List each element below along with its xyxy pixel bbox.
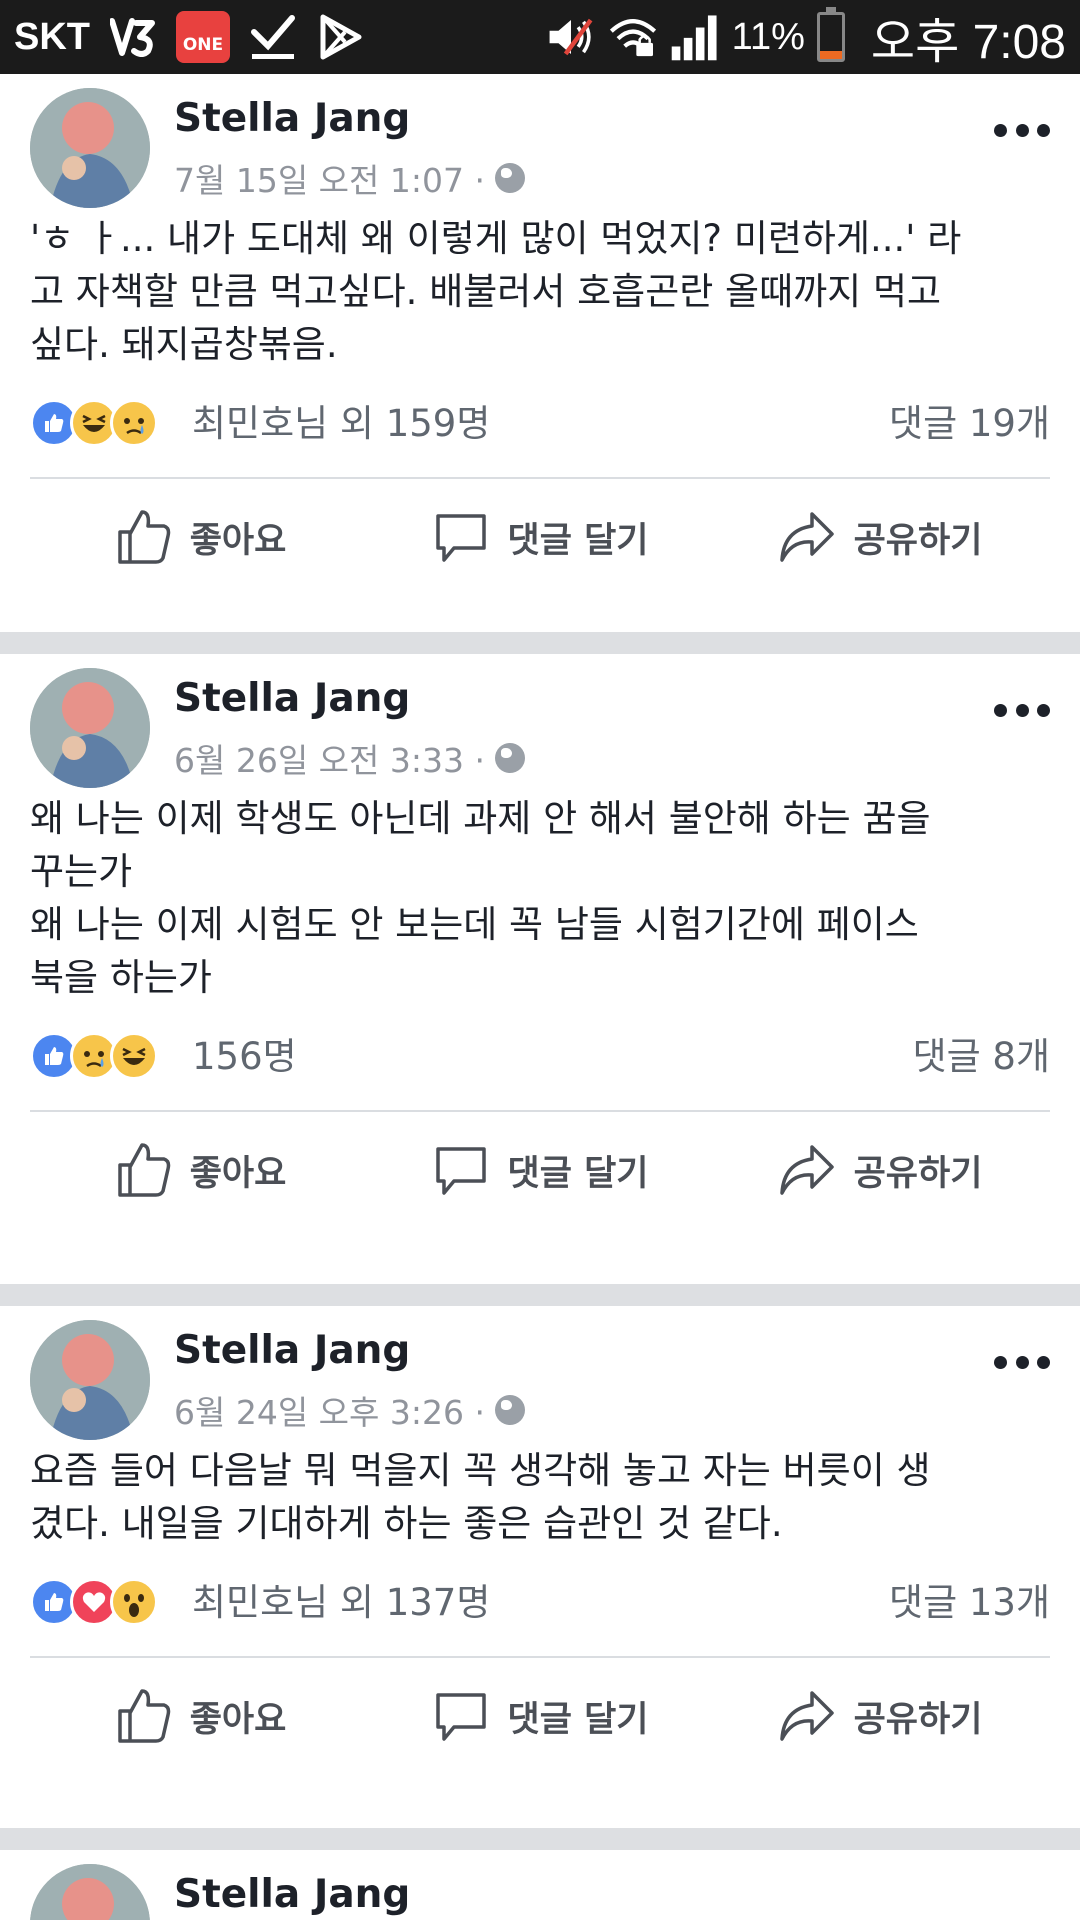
share-label: 공유하기 (853, 1699, 983, 1740)
globe-icon (494, 743, 525, 773)
reactions-count[interactable]: 최민호님 외 159명 (192, 393, 490, 447)
post-stats: 156명 댓글 8개 (0, 1018, 1080, 1100)
share-button[interactable]: 공유하기 (710, 508, 1050, 566)
share-label: 공유하기 (853, 1153, 983, 1194)
like-button[interactable]: 좋아요 (30, 1687, 370, 1745)
feed-separator (0, 632, 1080, 654)
feed-post: Stella Jang 6월 24일 오후 3:26 · 요즘 들어 다음날 뭐… (0, 1306, 1080, 1828)
like-label: 좋아요 (189, 1699, 287, 1740)
feed-separator (0, 1828, 1080, 1850)
like-label: 좋아요 (189, 1153, 287, 1194)
reactions-summary[interactable] (30, 399, 158, 447)
like-button[interactable]: 좋아요 (30, 508, 370, 566)
post-text: 'ㅎ ㅏ... 내가 도대체 왜 이렇게 많이 먹었지? 미련하게...' 라 … (30, 217, 962, 366)
more-options-button[interactable] (994, 1346, 1050, 1378)
post-meta: 7월 15일 오전 1:07 · (174, 154, 525, 202)
reactions-count[interactable]: 156명 (192, 1026, 297, 1080)
comments-count[interactable]: 댓글 19개 (889, 393, 1050, 447)
feed-post: Stella Jang (0, 1850, 1080, 1920)
comment-icon (435, 1693, 486, 1741)
post-actions: 좋아요 댓글 달기 공유하기 (0, 1658, 1080, 1774)
post-meta: 6월 26일 오전 3:33 · (174, 734, 525, 782)
post-actions: 좋아요 댓글 달기 공유하기 (0, 1112, 1080, 1228)
avatar[interactable] (30, 668, 150, 788)
post-timestamp[interactable]: 6월 24일 오후 3:26 · (174, 1386, 485, 1434)
post-header: Stella Jang 6월 26일 오전 3:33 · (0, 654, 1080, 788)
post-text: 왜 나는 이제 학생도 아닌데 과제 안 해서 불안해 하는 꿈을 꾸는가 왜 … (30, 797, 931, 999)
share-button[interactable]: 공유하기 (710, 1141, 1050, 1199)
comment-button[interactable]: 댓글 달기 (370, 508, 710, 566)
download-check-icon (248, 12, 298, 62)
post-header: Stella Jang 7월 15일 오전 1:07 · (0, 74, 1080, 208)
haha-reaction-icon (110, 1032, 158, 1080)
wow-reaction-icon (110, 1578, 158, 1626)
post-meta: 6월 24일 오후 3:26 · (174, 1386, 525, 1434)
post-header: Stella Jang (0, 1850, 1080, 1920)
status-bar: SKT ONE 11% 오후 7:08 (0, 0, 1080, 74)
avatar[interactable] (30, 88, 150, 208)
comment-button[interactable]: 댓글 달기 (370, 1687, 710, 1745)
share-icon (779, 1691, 834, 1741)
feed-post: Stella Jang 6월 26일 오전 3:33 · 왜 나는 이제 학생도… (0, 654, 1080, 1284)
battery-percent: 11% (731, 15, 805, 58)
post-stats: 최민호님 외 137명 댓글 13개 (0, 1564, 1080, 1646)
like-label: 좋아요 (189, 520, 287, 561)
wifi-lock-icon (608, 12, 658, 62)
comment-icon (435, 1147, 486, 1195)
play-store-icon (316, 12, 366, 62)
more-options-button[interactable] (994, 114, 1050, 146)
v3-app-icon (108, 12, 158, 62)
post-stats: 최민호님 외 159명 댓글 19개 (0, 385, 1080, 467)
post-header: Stella Jang 6월 24일 오후 3:26 · (0, 1306, 1080, 1440)
post-text: 요즘 들어 다음날 뭐 먹을지 꼭 생각해 놓고 자는 버릇이 생 겼다. 내일… (30, 1449, 931, 1545)
thumbs-up-icon (117, 510, 170, 564)
reactions-summary[interactable] (30, 1578, 158, 1626)
battery-icon (816, 7, 845, 62)
one-store-icon: ONE (176, 11, 230, 63)
comment-icon (435, 514, 486, 562)
comment-label: 댓글 달기 (507, 1699, 649, 1740)
comment-label: 댓글 달기 (507, 520, 649, 561)
like-button[interactable]: 좋아요 (30, 1141, 370, 1199)
share-icon (779, 512, 834, 562)
reactions-count[interactable]: 최민호님 외 137명 (192, 1572, 490, 1626)
post-author[interactable]: Stella Jang (174, 1872, 410, 1917)
share-icon (779, 1145, 834, 1195)
feed-post: Stella Jang 7월 15일 오전 1:07 · 'ㅎ ㅏ... 내가 … (0, 74, 1080, 632)
carrier-label: SKT (14, 15, 90, 58)
post-timestamp[interactable]: 6월 26일 오전 3:33 · (174, 734, 485, 782)
comments-count[interactable]: 댓글 13개 (889, 1572, 1050, 1626)
post-author[interactable]: Stella Jang (174, 676, 410, 721)
comment-label: 댓글 달기 (507, 1153, 649, 1194)
clock: 오후 7:08 (870, 16, 1066, 69)
reactions-summary[interactable] (30, 1032, 158, 1080)
comments-count[interactable]: 댓글 8개 (913, 1026, 1050, 1080)
globe-icon (494, 1395, 525, 1425)
news-feed[interactable]: Stella Jang 7월 15일 오전 1:07 · 'ㅎ ㅏ... 내가 … (0, 74, 1080, 1920)
globe-icon (494, 163, 525, 193)
share-button[interactable]: 공유하기 (710, 1687, 1050, 1745)
thumbs-up-icon (117, 1689, 170, 1743)
more-options-button[interactable] (994, 694, 1050, 726)
mute-icon (546, 12, 596, 62)
avatar[interactable] (30, 1864, 150, 1920)
post-actions: 좋아요 댓글 달기 공유하기 (0, 479, 1080, 595)
post-timestamp[interactable]: 7월 15일 오전 1:07 · (174, 154, 485, 202)
share-label: 공유하기 (853, 520, 983, 561)
post-author[interactable]: Stella Jang (174, 96, 410, 141)
feed-separator (0, 1284, 1080, 1306)
post-author[interactable]: Stella Jang (174, 1328, 410, 1373)
thumbs-up-icon (117, 1143, 170, 1197)
avatar[interactable] (30, 1320, 150, 1440)
comment-button[interactable]: 댓글 달기 (370, 1141, 710, 1199)
signal-icon (670, 12, 720, 62)
sad-reaction-icon (110, 399, 158, 447)
